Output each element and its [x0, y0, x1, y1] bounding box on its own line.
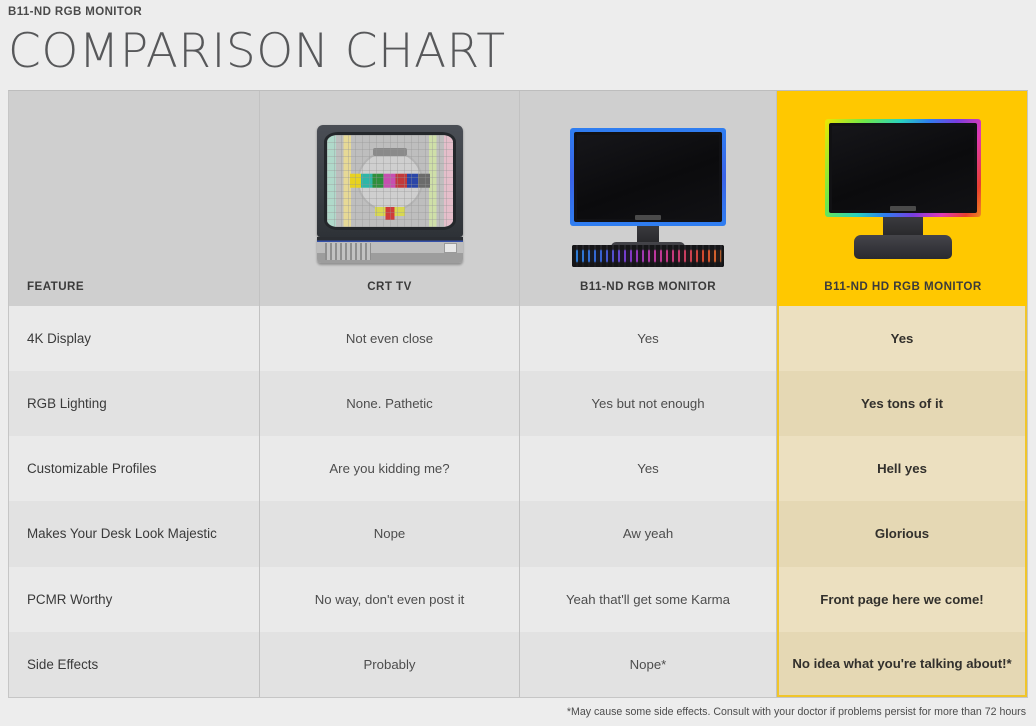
feature-label: PCMR Worthy	[9, 566, 260, 632]
rgb-keyboard-icon	[572, 245, 724, 268]
cell-crt-tv: Nope	[260, 501, 520, 567]
crt-tv-icon	[260, 91, 519, 267]
table-row: Customizable Profiles Are you kidding me…	[9, 436, 1027, 502]
column-header-feature: FEATURE	[9, 267, 260, 306]
cell-hd-rgb-monitor: Front page here we come!	[777, 566, 1027, 632]
image-cell-rgb-monitor	[520, 91, 777, 268]
rgb-monitor-icon	[520, 91, 776, 268]
page-title: COMPARISON CHART	[8, 24, 506, 79]
table-row: 4K Display Not even close Yes Yes	[9, 305, 1027, 371]
cell-hd-rgb-monitor: Hell yes	[777, 436, 1027, 502]
table-row: PCMR Worthy No way, don't even post it Y…	[9, 566, 1027, 632]
cell-rgb-monitor: Nope*	[520, 631, 777, 698]
cell-hd-rgb-monitor: Yes	[777, 305, 1027, 371]
cell-crt-tv: None. Pathetic	[260, 370, 520, 437]
hd-rgb-monitor-icon	[779, 91, 1027, 267]
cell-hd-rgb-monitor: Glorious	[777, 501, 1027, 567]
feature-label: RGB Lighting	[9, 370, 260, 437]
page-header: B11-ND RGB MONITOR COMPARISON CHART	[0, 0, 1036, 79]
image-cell-hd-rgb-monitor	[777, 91, 1027, 268]
feature-label: Customizable Profiles	[9, 436, 260, 502]
feature-label: Side Effects	[9, 631, 260, 698]
table-row: Makes Your Desk Look Majestic Nope Aw ye…	[9, 501, 1027, 567]
feature-label: 4K Display	[9, 305, 260, 371]
column-header-crt-tv: CRT TV	[260, 267, 520, 306]
column-header-hd-rgb-monitor: B11-ND HD RGB MONITOR	[777, 267, 1027, 306]
feature-label: Makes Your Desk Look Majestic	[9, 501, 260, 567]
image-cell-feature	[9, 91, 260, 268]
cell-hd-rgb-monitor: Yes tons of it	[777, 370, 1027, 437]
image-cell-crt-tv	[260, 91, 520, 268]
cell-crt-tv: Are you kidding me?	[260, 436, 520, 502]
cell-hd-rgb-monitor: No idea what you're talking about!*	[777, 631, 1027, 698]
table-row: Side Effects Probably Nope* No idea what…	[9, 631, 1027, 698]
cell-rgb-monitor: Yes	[520, 305, 777, 371]
cell-crt-tv: Not even close	[260, 305, 520, 371]
comparison-table: FEATURE CRT TV B11-ND RGB MONITOR B11-ND…	[8, 90, 1028, 698]
cell-rgb-monitor: Aw yeah	[520, 501, 777, 567]
cell-rgb-monitor: Yeah that'll get some Karma	[520, 566, 777, 632]
cell-crt-tv: Probably	[260, 631, 520, 698]
column-header-rgb-monitor: B11-ND RGB MONITOR	[520, 267, 777, 306]
cell-rgb-monitor: Yes but not enough	[520, 370, 777, 437]
page-kicker: B11-ND RGB MONITOR	[8, 6, 143, 18]
cell-rgb-monitor: Yes	[520, 436, 777, 502]
table-row: RGB Lighting None. Pathetic Yes but not …	[9, 370, 1027, 437]
cell-crt-tv: No way, don't even post it	[260, 566, 520, 632]
table-header-row: FEATURE CRT TV B11-ND RGB MONITOR B11-ND…	[9, 267, 1027, 306]
footnote: *May cause some side effects. Consult wi…	[566, 706, 1026, 718]
table-image-row	[9, 91, 1027, 268]
